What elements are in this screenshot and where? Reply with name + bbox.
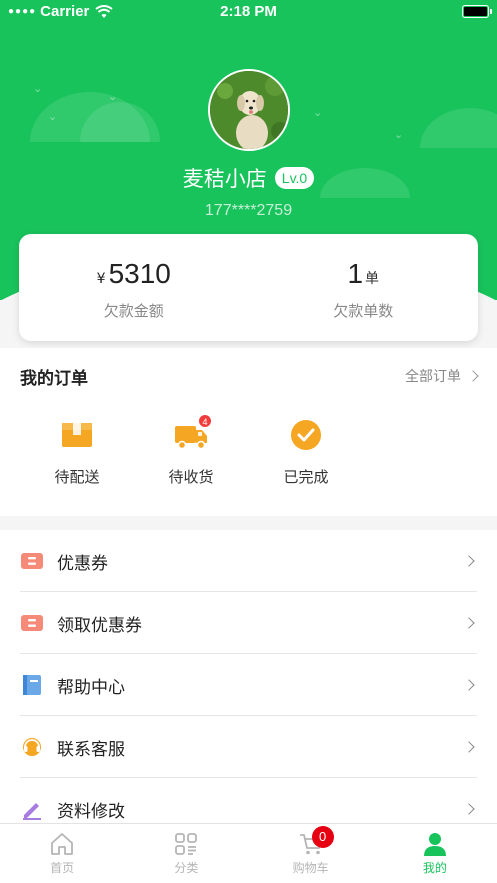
debt-amount-label: 欠款金额	[103, 302, 164, 320]
order-status-label: 待配送	[54, 468, 100, 486]
coupon-icon	[21, 553, 43, 569]
battery-icon	[462, 5, 492, 18]
chevron-right-icon	[463, 617, 475, 629]
status-bar: ●●●● Carrier 2:18 PM	[0, 0, 497, 24]
chevron-right-icon	[463, 555, 475, 567]
order-status-completed[interactable]: 已完成	[261, 418, 351, 487]
menu-item-label: 资料修改	[57, 801, 125, 822]
chevron-right-icon	[467, 370, 479, 382]
all-orders-link[interactable]: 全部订单	[405, 366, 479, 386]
book-icon	[23, 675, 41, 695]
debt-orders-value: 1	[347, 258, 364, 289]
tab-cart[interactable]: 0 购物车	[249, 824, 373, 883]
bird-decoration: ⌄	[394, 128, 404, 141]
check-circle-icon	[289, 418, 323, 452]
shop-name-row: 麦秸小店 Lv.0	[0, 163, 497, 193]
tab-profile[interactable]: 我的	[373, 824, 497, 883]
menu-item-help-center[interactable]: 帮助中心	[0, 654, 497, 716]
shop-name: 麦秸小店	[182, 167, 267, 191]
tab-label: 购物车	[292, 861, 329, 875]
menu-item-label: 联系客服	[57, 739, 125, 760]
debt-amount-value: 5310	[108, 258, 171, 289]
status-time: 2:18 PM	[220, 3, 277, 20]
background-hill	[420, 108, 497, 148]
avatar[interactable]	[208, 69, 290, 151]
tab-home[interactable]: 首页	[0, 824, 124, 883]
debt-orders-label: 欠款单数	[333, 302, 394, 320]
order-status-to-receive[interactable]: 4 待收货	[146, 414, 236, 487]
order-status-label: 待收货	[168, 468, 214, 486]
tab-label: 分类	[174, 861, 199, 875]
order-status-label: 已完成	[283, 468, 329, 486]
order-status-to-deliver[interactable]: 待配送	[32, 418, 122, 487]
stats-card: ¥ 5310 欠款金额 1 单 欠款单数	[19, 234, 478, 341]
chevron-right-icon	[463, 741, 475, 753]
bird-decoration: ⌄	[33, 82, 43, 95]
category-icon	[175, 833, 198, 855]
currency-symbol: ¥	[96, 271, 106, 287]
user-icon	[423, 833, 446, 856]
menu-item-label: 领取优惠券	[57, 615, 142, 636]
order-count-badge: 4	[198, 414, 212, 428]
phone-number: 177****2759	[204, 202, 293, 219]
all-orders-label: 全部订单	[405, 369, 461, 385]
debt-amount-stat[interactable]: ¥ 5310 欠款金额	[19, 234, 249, 341]
bottom-tab-bar: 首页 分类 0 购物车 我的	[0, 823, 497, 883]
box-icon	[60, 418, 94, 452]
orders-title: 我的订单	[20, 369, 88, 389]
level-badge: Lv.0	[274, 167, 315, 189]
coupon-receive-icon	[21, 615, 43, 631]
chevron-right-icon	[463, 679, 475, 691]
bird-decoration: ⌄	[313, 106, 323, 119]
home-icon	[51, 833, 74, 855]
tab-category[interactable]: 分类	[124, 824, 248, 883]
bird-decoration: ⌄	[48, 110, 58, 123]
menu-item-label: 帮助中心	[57, 677, 125, 698]
menu-item-coupons[interactable]: 优惠券	[0, 530, 497, 592]
edit-icon	[23, 803, 41, 820]
my-orders-section: 我的订单 全部订单 待配送 4 待收货 已完成	[0, 348, 497, 516]
truck-icon: 4	[174, 414, 212, 452]
chevron-right-icon	[463, 803, 475, 815]
cart-count-badge: 0	[311, 826, 334, 848]
tab-label: 首页	[50, 861, 75, 875]
tab-label: 我的	[422, 861, 447, 875]
headset-icon	[23, 738, 41, 756]
menu-item-get-coupons[interactable]: 领取优惠券	[0, 592, 497, 654]
bird-decoration: ⌄	[108, 90, 118, 103]
menu-item-edit-profile[interactable]: 资料修改	[0, 778, 497, 823]
menu-item-customer-service[interactable]: 联系客服	[0, 716, 497, 778]
settings-menu: 优惠券 领取优惠券 帮助中心 联系客服 资料修改	[0, 530, 497, 823]
debt-orders-stat[interactable]: 1 单 欠款单数	[249, 234, 479, 341]
menu-item-label: 优惠券	[57, 553, 108, 574]
debt-orders-unit: 单	[365, 271, 380, 287]
